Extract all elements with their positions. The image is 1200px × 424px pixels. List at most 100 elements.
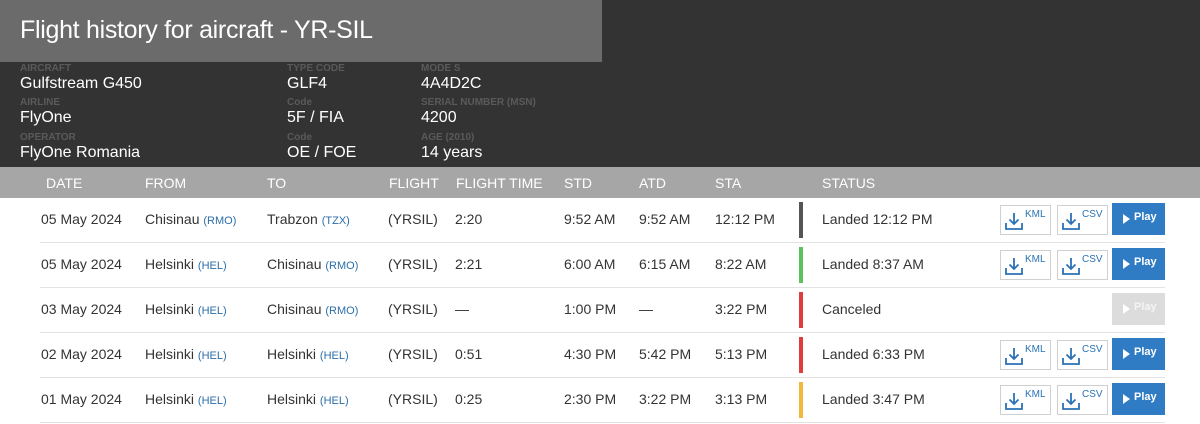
- cell-atd: 9:52 AM: [639, 211, 691, 227]
- cell-status: Canceled: [822, 301, 882, 317]
- cell-from: Helsinki (HEL): [145, 256, 227, 272]
- cell-to: Chisinau (RMO): [267, 301, 358, 317]
- mode-s-value: 4A4D2C: [421, 75, 482, 92]
- aircraft-value: Gulfstream G450: [20, 75, 142, 92]
- cell-flight: (YRSIL): [388, 346, 438, 362]
- download-kml-button[interactable]: KML: [1000, 385, 1051, 415]
- play-icon: [1123, 259, 1130, 269]
- play-button[interactable]: Play: [1112, 383, 1165, 415]
- status-indicator: [799, 202, 803, 238]
- airline-code-label: Code: [287, 97, 312, 108]
- cell-to-airport-code[interactable]: (HEL): [320, 395, 349, 407]
- download-csv-button[interactable]: CSV: [1057, 205, 1108, 235]
- cell-std: 6:00 AM: [564, 256, 616, 272]
- cell-flight-time: 0:25: [455, 391, 483, 407]
- play-label: Play: [1134, 346, 1157, 358]
- download-kml-button[interactable]: KML: [1000, 205, 1051, 235]
- cell-to: Chisinau (RMO): [267, 256, 358, 272]
- airline-code-value: 5F / FIA: [287, 109, 344, 126]
- cell-from-airport-code[interactable]: (HEL): [198, 395, 227, 407]
- operator-value: FlyOne Romania: [20, 144, 141, 161]
- cell-to-airport-code[interactable]: (HEL): [320, 350, 349, 362]
- cell-to-city: Helsinki: [267, 346, 317, 362]
- header-to: TO: [267, 175, 287, 191]
- kml-label: KML: [1025, 389, 1046, 400]
- cell-from-city: Helsinki: [145, 256, 195, 272]
- mode-s-info: MODE S 4A4D2C: [421, 64, 481, 93]
- header-flight-time: FLIGHT TIME: [456, 175, 543, 191]
- download-csv-button[interactable]: CSV: [1057, 340, 1108, 370]
- cell-atd: 6:15 AM: [639, 256, 691, 272]
- page-title: Flight history for aircraft - YR-SIL: [20, 16, 373, 44]
- play-button[interactable]: Play: [1112, 248, 1165, 280]
- cell-sta: 5:13 PM: [715, 346, 768, 362]
- header-sta: STA: [715, 175, 742, 191]
- kml-label: KML: [1025, 254, 1046, 265]
- table-header: DATE FROM TO FLIGHT FLIGHT TIME STD ATD …: [0, 167, 1200, 198]
- play-icon: [1123, 349, 1130, 359]
- download-csv-button[interactable]: CSV: [1057, 385, 1108, 415]
- cell-date: 05 May 2024: [41, 256, 122, 272]
- cell-from-airport-code[interactable]: (HEL): [198, 305, 227, 317]
- download-kml-button[interactable]: KML: [1000, 250, 1051, 280]
- status-indicator: [799, 247, 803, 283]
- play-icon: [1123, 394, 1130, 404]
- cell-flight: (YRSIL): [388, 391, 438, 407]
- table-row[interactable]: 05 May 2024 Helsinki (HEL) Chisinau (RMO)(…: [40, 243, 1165, 288]
- age-info: AGE (2010) 14 years: [421, 133, 482, 162]
- operator-info: OPERATOR FlyOne Romania: [20, 133, 140, 162]
- cell-date: 03 May 2024: [41, 301, 122, 317]
- cell-atd: —: [639, 301, 653, 317]
- kml-label: KML: [1025, 209, 1046, 220]
- cell-to-city: Trabzon: [267, 211, 318, 227]
- operator-code-info: Code OE / FOE: [287, 133, 356, 162]
- cell-to-city: Chisinau: [267, 301, 322, 317]
- aircraft-info: AIRCRAFT Gulfstream G450: [20, 64, 142, 93]
- cell-to: Helsinki (HEL): [267, 346, 349, 362]
- cell-to-airport-code[interactable]: (RMO): [325, 305, 358, 317]
- serial-info: SERIAL NUMBER (MSN) 4200: [421, 98, 536, 127]
- cell-from: Helsinki (HEL): [145, 346, 227, 362]
- csv-label: CSV: [1082, 389, 1103, 400]
- cell-date: 02 May 2024: [41, 346, 122, 362]
- cell-to-airport-code[interactable]: (TZX): [322, 215, 350, 227]
- play-label: Play: [1134, 391, 1157, 403]
- airline-code-info: Code 5F / FIA: [287, 98, 344, 127]
- play-button[interactable]: Play: [1112, 203, 1165, 235]
- cell-sta: 3:22 PM: [715, 301, 768, 317]
- cell-flight-time: 2:21: [455, 256, 483, 272]
- cell-std: 1:00 PM: [564, 301, 617, 317]
- table-row[interactable]: 02 May 2024 Helsinki (HEL) Helsinki (HEL)(…: [40, 333, 1165, 378]
- download-kml-button[interactable]: KML: [1000, 340, 1051, 370]
- title-bar: Flight history for aircraft - YR-SIL: [0, 0, 602, 62]
- cell-to-airport-code[interactable]: (RMO): [325, 260, 358, 272]
- play-label: Play: [1134, 256, 1157, 268]
- airline-value: FlyOne: [20, 109, 72, 126]
- header-date: DATE: [46, 175, 83, 191]
- cell-from: Helsinki (HEL): [145, 391, 227, 407]
- play-button[interactable]: Play: [1112, 338, 1165, 370]
- play-label: Play: [1134, 301, 1157, 313]
- cell-from-city: Chisinau: [145, 211, 200, 227]
- play-icon: [1123, 214, 1130, 224]
- cell-to-city: Chisinau: [267, 256, 322, 272]
- cell-atd: 5:42 PM: [639, 346, 692, 362]
- cell-from-airport-code[interactable]: (RMO): [203, 215, 236, 227]
- cell-from-airport-code[interactable]: (HEL): [198, 350, 227, 362]
- airline-label: AIRLINE: [20, 97, 60, 108]
- status-indicator: [799, 337, 803, 373]
- table-row[interactable]: 03 May 2024 Helsinki (HEL) Chisinau (RMO)(…: [40, 288, 1165, 333]
- cell-to-city: Helsinki: [267, 391, 317, 407]
- cell-flight: (YRSIL): [388, 211, 438, 227]
- header-from: FROM: [145, 175, 187, 191]
- operator-code-label: Code: [287, 132, 312, 143]
- play-button: Play: [1112, 293, 1165, 325]
- table-row[interactable]: 01 May 2024 Helsinki (HEL) Helsinki (HEL)(…: [40, 378, 1165, 423]
- cell-std: 9:52 AM: [564, 211, 616, 227]
- csv-label: CSV: [1082, 209, 1103, 220]
- cell-from-airport-code[interactable]: (HEL): [198, 260, 227, 272]
- table-row[interactable]: 05 May 2024 Chisinau (RMO) Trabzon (TZX) (Y…: [40, 198, 1165, 243]
- cell-date: 01 May 2024: [41, 391, 122, 407]
- download-csv-button[interactable]: CSV: [1057, 250, 1108, 280]
- cell-flight-time: 0:51: [455, 346, 483, 362]
